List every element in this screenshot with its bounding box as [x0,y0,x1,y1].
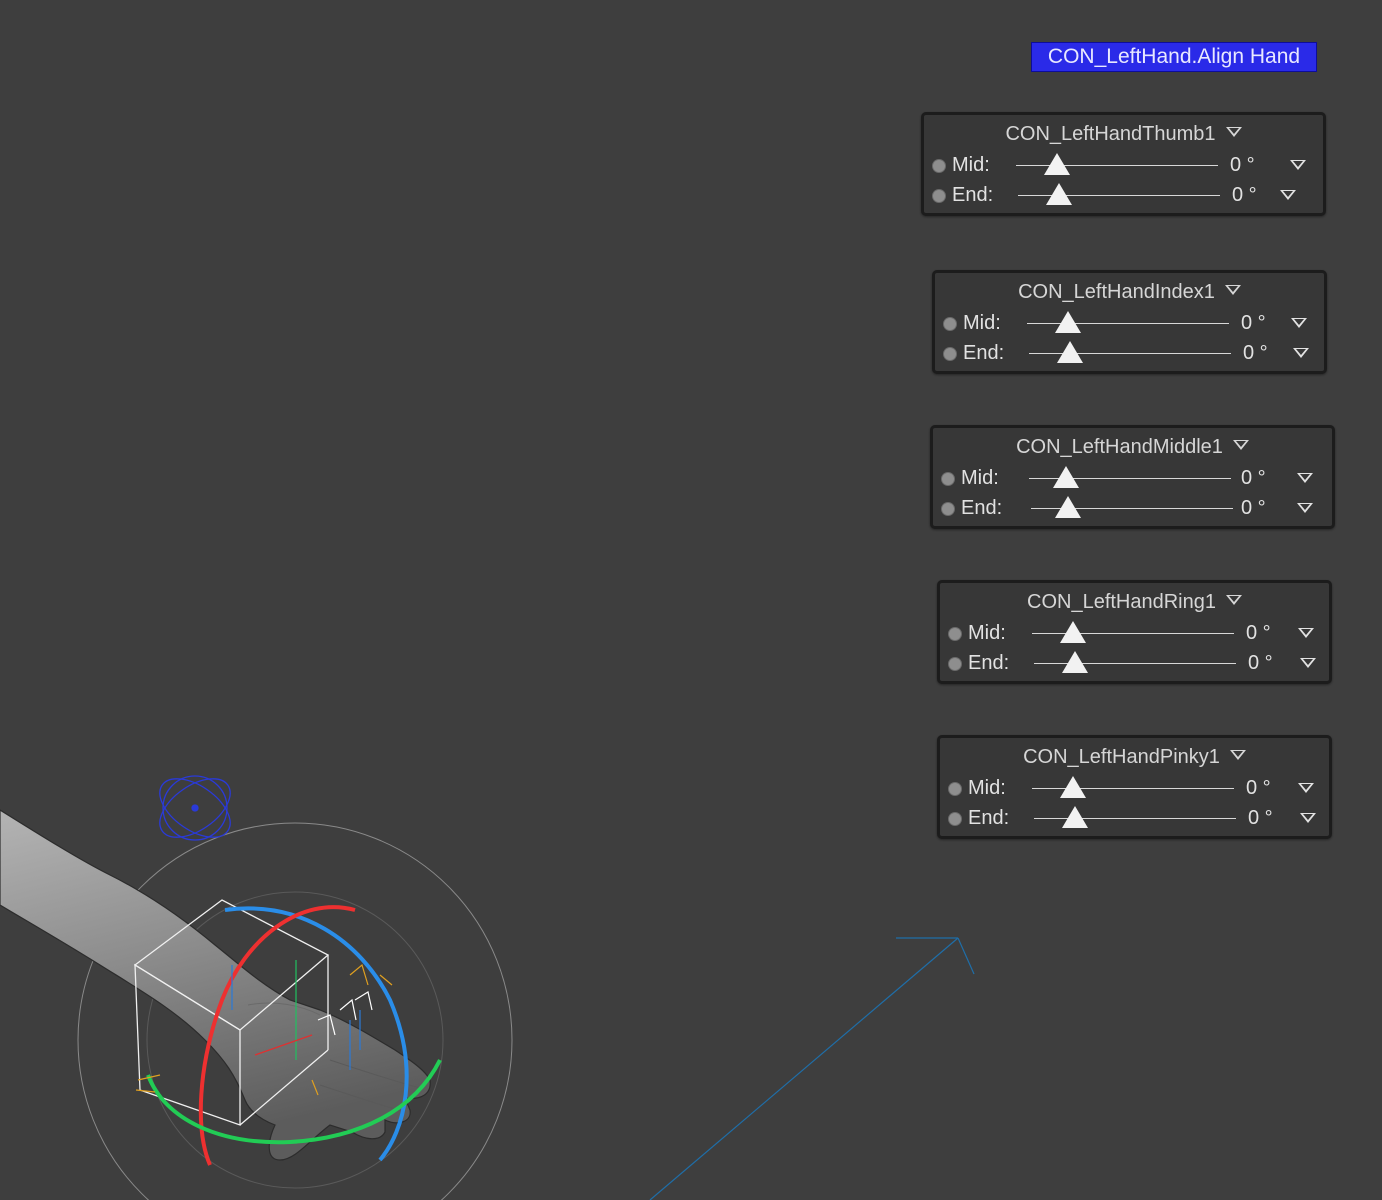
finger-panel-middle: CON_LeftHandMiddle1 Mid: 0 ° End: 0 ° [930,425,1335,529]
panel-title-label: CON_LeftHandIndex1 [1018,281,1215,303]
mid-slider-thumb[interactable] [1044,153,1070,175]
mid-value[interactable]: 0 ° [1241,465,1266,491]
dropdown-triangle-icon[interactable] [1224,285,1241,295]
end-value[interactable]: 0 ° [1241,495,1266,521]
end-dropdown-icon[interactable] [1300,658,1316,668]
dropdown-triangle-icon[interactable] [1225,127,1242,137]
end-row: End: 0 ° [941,339,1318,367]
arm-mesh[interactable] [0,809,431,1161]
end-label: End: [961,497,1003,519]
end-dropdown-icon[interactable] [1293,348,1309,358]
mid-dropdown-icon[interactable] [1298,783,1314,793]
end-label: End: [968,807,1010,829]
end-slider-thumb[interactable] [1057,341,1083,363]
keyframe-dot-icon[interactable] [943,347,957,361]
mid-dropdown-icon[interactable] [1298,628,1314,638]
finger-panel-thumb: CON_LeftHandThumb1 Mid: 0 ° End: 0 ° [921,112,1326,216]
panel-title-label: CON_LeftHandRing1 [1027,591,1216,613]
mid-value[interactable]: 0 ° [1241,310,1266,336]
end-row: End: 0 ° [930,181,1317,209]
end-slider-thumb[interactable] [1055,496,1081,518]
end-label: End: [963,342,1005,364]
mid-row: Mid: 0 ° [946,619,1323,647]
end-value[interactable]: 0 ° [1248,650,1273,676]
end-dropdown-icon[interactable] [1297,503,1313,513]
end-value[interactable]: 0 ° [1232,182,1257,208]
mid-label: Mid: [961,467,999,489]
end-row: End: 0 ° [939,494,1326,522]
keyframe-dot-icon[interactable] [948,782,962,796]
end-label: End: [952,184,994,206]
panel-title-index[interactable]: CON_LeftHandIndex1 [935,279,1324,305]
end-slider-thumb[interactable] [1046,183,1072,205]
keyframe-dot-icon[interactable] [941,502,955,516]
keyframe-dot-icon[interactable] [932,189,946,203]
mid-value[interactable]: 0 ° [1246,775,1271,801]
keyframe-dot-icon[interactable] [948,812,962,826]
end-slider-thumb[interactable] [1062,651,1088,673]
mid-slider-thumb[interactable] [1055,311,1081,333]
dropdown-triangle-icon[interactable] [1229,750,1246,760]
keyframe-dot-icon[interactable] [948,657,962,671]
mid-slider-thumb[interactable] [1053,466,1079,488]
end-slider-thumb[interactable] [1062,806,1088,828]
end-row: End: 0 ° [946,804,1323,832]
end-value[interactable]: 0 ° [1243,340,1268,366]
mid-slider-thumb[interactable] [1060,776,1086,798]
panel-title-label: CON_LeftHandMiddle1 [1016,436,1223,458]
panel-title-thumb[interactable]: CON_LeftHandThumb1 [924,121,1323,147]
mid-label: Mid: [963,312,1001,334]
keyframe-dot-icon[interactable] [948,627,962,641]
keyframe-dot-icon[interactable] [941,472,955,486]
end-label: End: [968,652,1010,674]
mid-dropdown-icon[interactable] [1291,318,1307,328]
keyframe-dot-icon[interactable] [932,159,946,173]
panel-title-label: CON_LeftHandPinky1 [1023,746,1220,768]
end-value[interactable]: 0 ° [1248,805,1273,831]
panel-title-middle[interactable]: CON_LeftHandMiddle1 [933,434,1332,460]
align-hand-button[interactable]: CON_LeftHand.Align Hand [1031,42,1317,72]
finger-panel-ring: CON_LeftHandRing1 Mid: 0 ° End: 0 ° [937,580,1332,684]
pole-vector-locator[interactable] [150,767,241,849]
mid-slider-thumb[interactable] [1060,621,1086,643]
mid-value[interactable]: 0 ° [1230,152,1255,178]
mid-row: Mid: 0 ° [939,464,1326,492]
finger-panel-pinky: CON_LeftHandPinky1 Mid: 0 ° End: 0 ° [937,735,1332,839]
dropdown-triangle-icon[interactable] [1226,595,1242,605]
mid-row: Mid: 0 ° [930,151,1317,179]
mid-value[interactable]: 0 ° [1246,620,1271,646]
finger-panel-index: CON_LeftHandIndex1 Mid: 0 ° End: 0 ° [932,270,1327,374]
end-dropdown-icon[interactable] [1280,190,1296,200]
mid-label: Mid: [968,622,1006,644]
dropdown-triangle-icon[interactable] [1232,440,1249,450]
direction-arrow [649,937,975,1200]
end-dropdown-icon[interactable] [1300,813,1316,823]
mid-label: Mid: [968,777,1006,799]
mid-row: Mid: 0 ° [941,309,1318,337]
keyframe-dot-icon[interactable] [943,317,957,331]
panel-title-pinky[interactable]: CON_LeftHandPinky1 [940,744,1329,770]
end-row: End: 0 ° [946,649,1323,677]
mid-label: Mid: [952,154,990,176]
mid-row: Mid: 0 ° [946,774,1323,802]
panel-title-ring[interactable]: CON_LeftHandRing1 [940,589,1329,615]
panel-title-label: CON_LeftHandThumb1 [1005,123,1216,145]
mid-dropdown-icon[interactable] [1290,160,1306,170]
mid-dropdown-icon[interactable] [1297,473,1313,483]
